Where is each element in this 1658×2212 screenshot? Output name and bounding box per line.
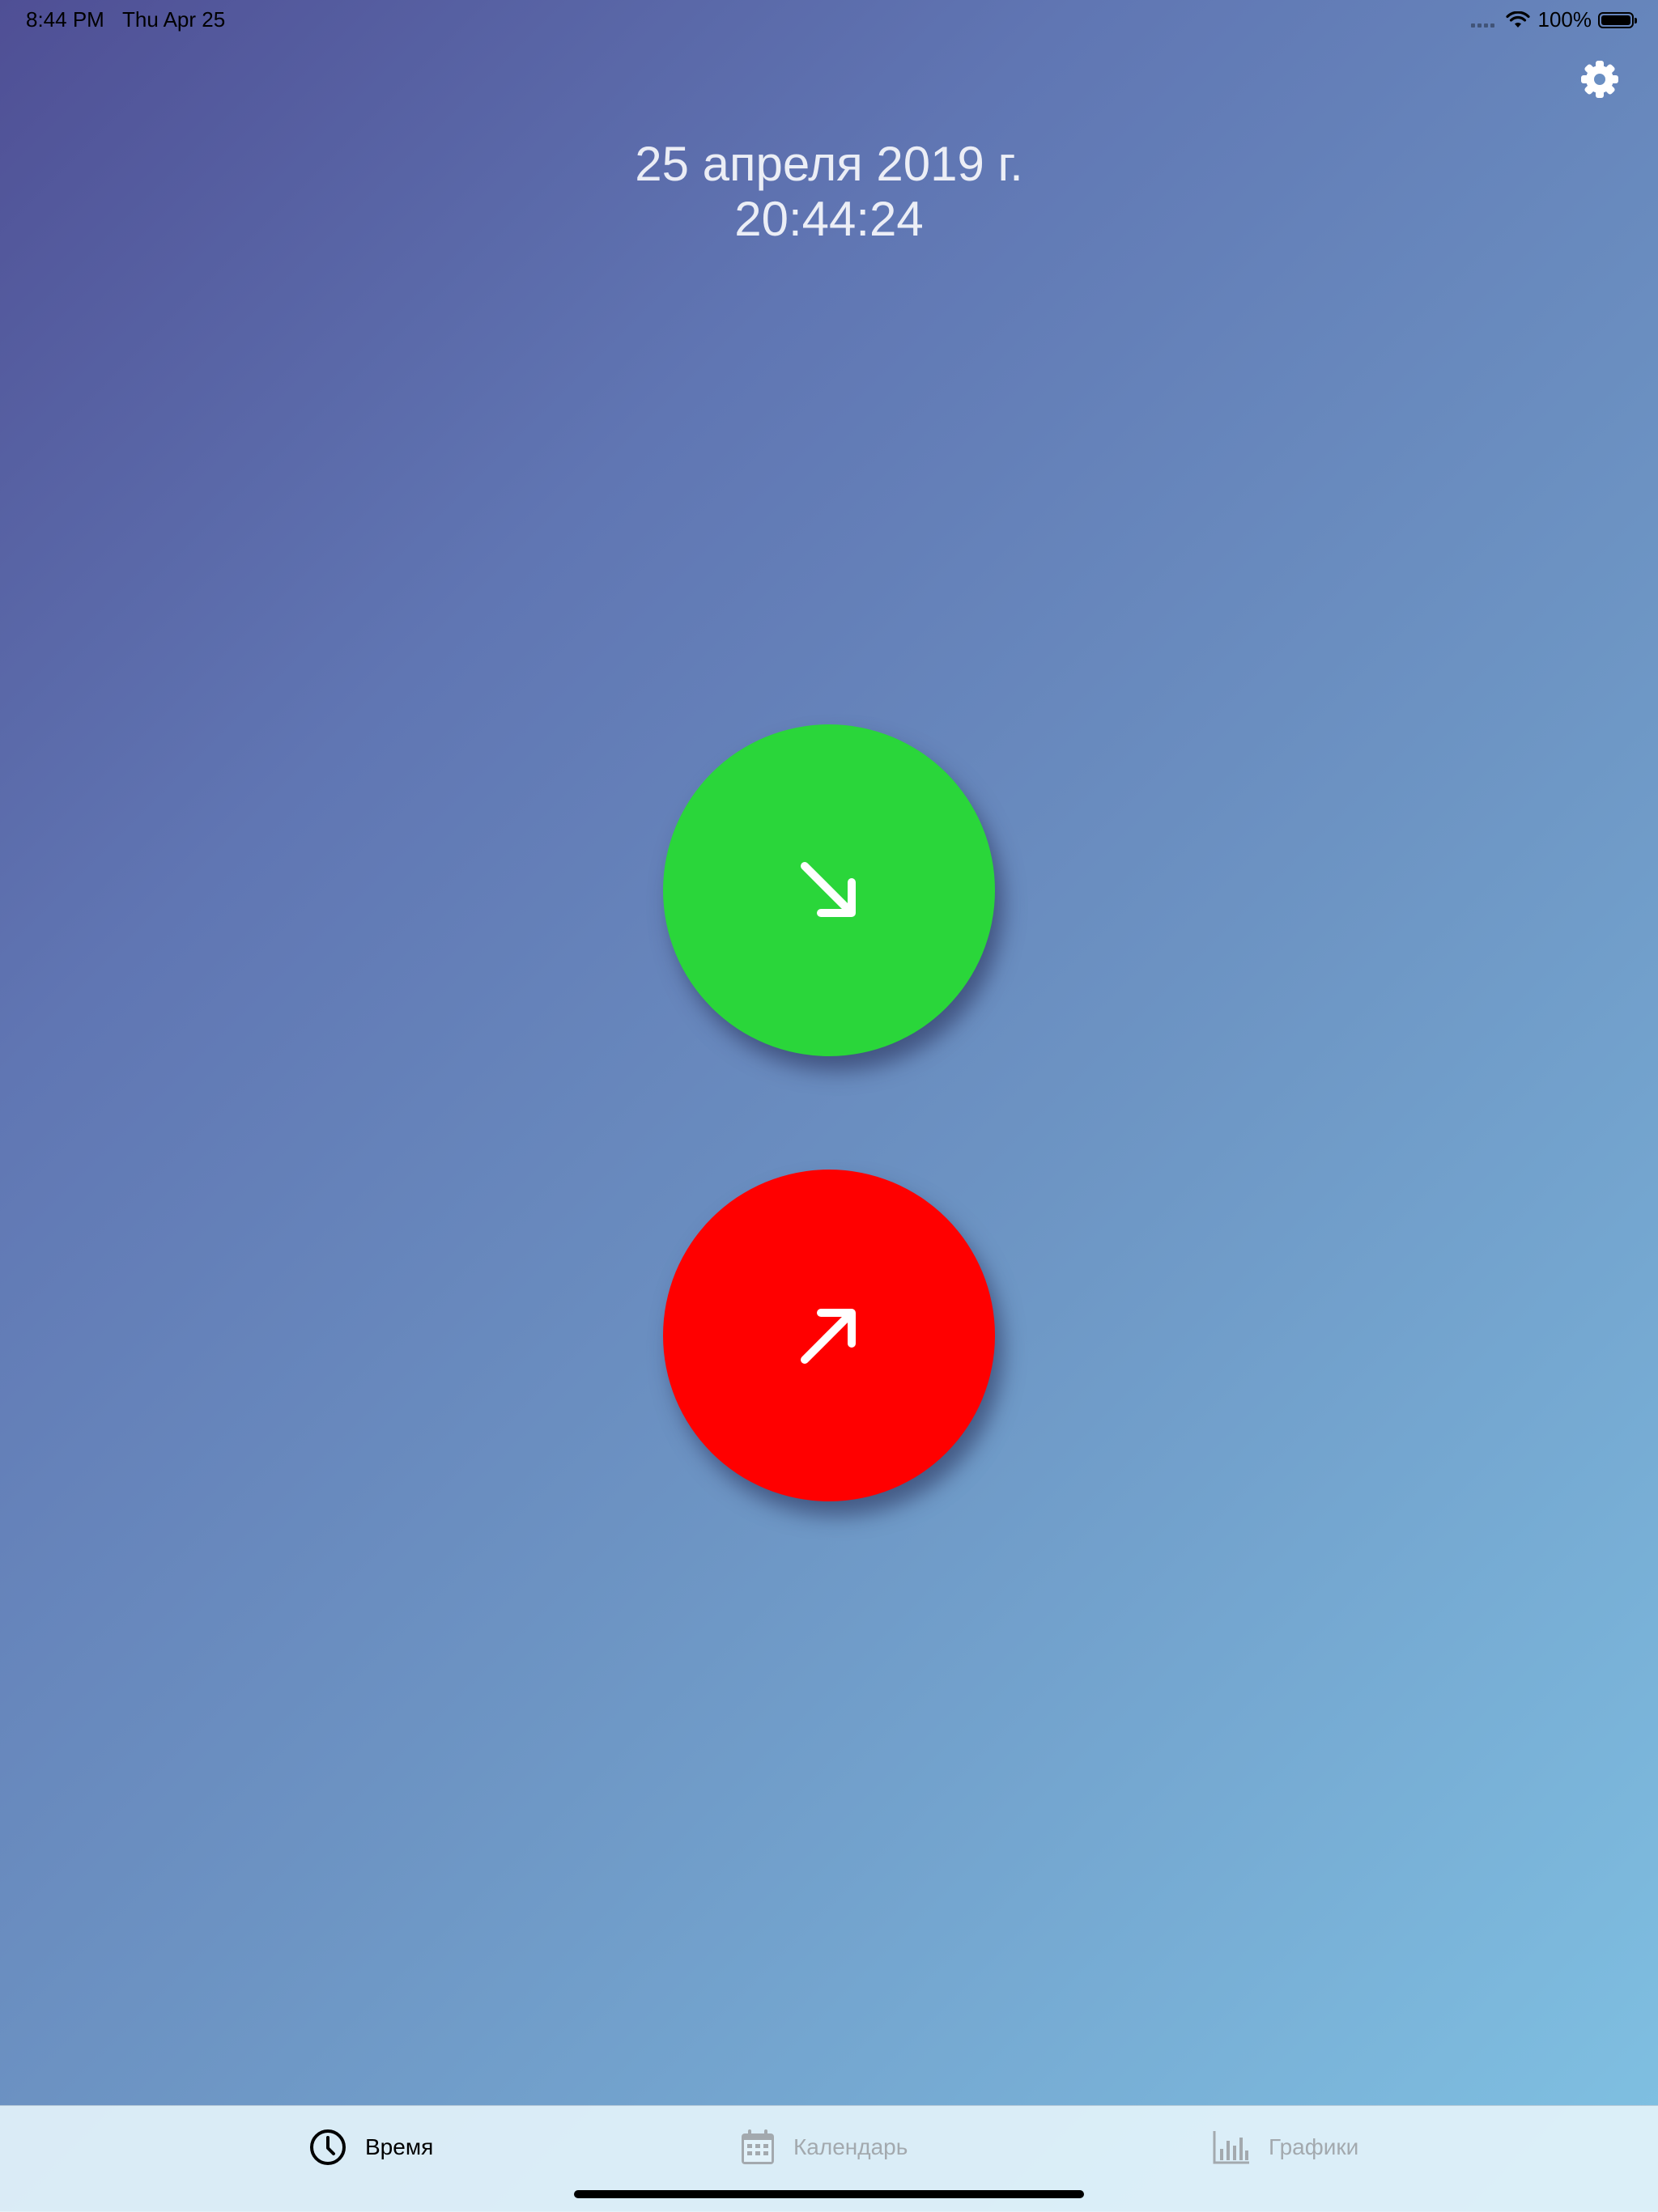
calendar-icon — [742, 2129, 774, 2164]
status-bar: 8:44 PM Thu Apr 25 100% — [0, 0, 1658, 39]
status-time: 8:44 PM — [26, 7, 104, 32]
tab-calendar-label: Календарь — [793, 2134, 908, 2159]
arrow-up-right-icon — [801, 1309, 856, 1364]
battery-percent: 100% — [1537, 7, 1592, 32]
current-date: 25 апреля 2019 г. — [635, 137, 1023, 191]
chart-icon — [1213, 2131, 1249, 2164]
home-indicator[interactable] — [574, 2190, 1084, 2198]
tab-time[interactable]: Время — [308, 2127, 433, 2167]
tab-time-label: Время — [365, 2134, 434, 2159]
tab-charts[interactable]: Графики — [1212, 2127, 1358, 2167]
tab-calendar[interactable]: Календарь — [740, 2127, 908, 2167]
current-time: 20:44:24 — [734, 192, 924, 246]
clock-icon — [310, 2129, 346, 2165]
battery-icon — [1598, 11, 1637, 28]
wifi-icon — [1505, 11, 1530, 28]
tab-charts-label: Графики — [1269, 2134, 1359, 2159]
settings-gear-icon[interactable] — [1579, 58, 1621, 100]
status-date: Thu Apr 25 — [122, 7, 226, 32]
arrow-down-right-icon — [801, 862, 856, 917]
check-in-button[interactable] — [663, 724, 995, 1056]
check-out-button[interactable] — [663, 1170, 995, 1501]
status-indicators: 100% — [1470, 7, 1637, 32]
app-screen: 8:44 PM Thu Apr 25 100% 25 апреля 2019 г… — [0, 0, 1658, 2212]
cellular-signal-icon — [1470, 12, 1494, 28]
